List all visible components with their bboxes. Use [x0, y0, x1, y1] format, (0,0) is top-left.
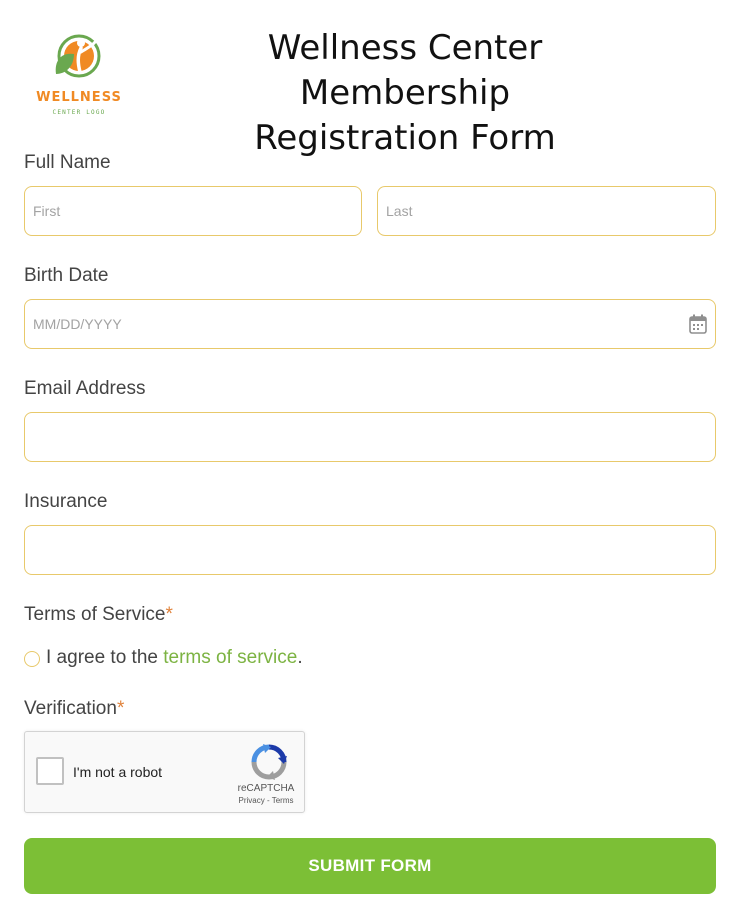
last-name-input[interactable] [378, 187, 715, 235]
email-field[interactable] [24, 412, 716, 462]
email-input[interactable] [25, 413, 715, 461]
recaptcha-widget: I'm not a robot reCAPTCHA Privacy - Term… [24, 731, 305, 813]
recaptcha-checkbox[interactable] [36, 757, 64, 785]
insurance-field[interactable] [24, 525, 716, 575]
terms-label-text: Terms of Service [24, 604, 166, 625]
calendar-icon[interactable] [689, 314, 707, 334]
last-name-field[interactable] [377, 186, 716, 236]
recaptcha-links: Privacy - Terms [221, 796, 311, 805]
logo-wordmark: WELLNESS [36, 90, 122, 105]
email-label: Email Address [24, 378, 146, 399]
birth-date-input[interactable] [25, 300, 715, 348]
required-asterisk: * [116, 698, 125, 719]
page-title-line-2: Registration Form [254, 118, 556, 158]
verification-label: Verification* [24, 698, 124, 720]
page-title: Wellness Center Membership Registration … [160, 26, 650, 161]
required-asterisk: * [165, 604, 173, 625]
insurance-label: Insurance [24, 491, 108, 512]
recaptcha-privacy-link[interactable]: Privacy [239, 796, 265, 805]
wellness-logo: WELLNESS CENTER LOGO [36, 30, 122, 120]
logo-subtitle: CENTER LOGO [52, 109, 106, 116]
submit-form-button[interactable]: SUBMIT FORM [24, 838, 716, 894]
recaptcha-brand: reCAPTCHA [237, 783, 295, 794]
terms-label: Terms of Service* [24, 604, 173, 626]
page-title-line-1: Wellness Center Membership [267, 28, 543, 113]
recaptcha-label: I'm not a robot [73, 764, 163, 780]
insurance-input[interactable] [25, 526, 715, 574]
birth-date-field[interactable] [24, 299, 716, 349]
terms-agree-radio[interactable] [24, 651, 40, 667]
recaptcha-terms-link[interactable]: Terms [272, 796, 294, 805]
recaptcha-logo-icon [251, 744, 287, 780]
logo-emblem-icon [55, 34, 101, 78]
first-name-field[interactable] [24, 186, 362, 236]
full-name-label: Full Name [24, 152, 111, 173]
terms-of-service-link[interactable]: terms of service [163, 647, 297, 668]
terms-agree-text: I agree to the terms of service. [46, 647, 303, 669]
terms-agree-suffix: . [297, 647, 303, 668]
recaptcha-separator: - [264, 796, 272, 805]
first-name-input[interactable] [25, 187, 361, 235]
birth-date-label: Birth Date [24, 265, 109, 286]
terms-agree-prefix: I agree to the [46, 647, 164, 668]
verification-label-text: Verification [24, 698, 117, 719]
